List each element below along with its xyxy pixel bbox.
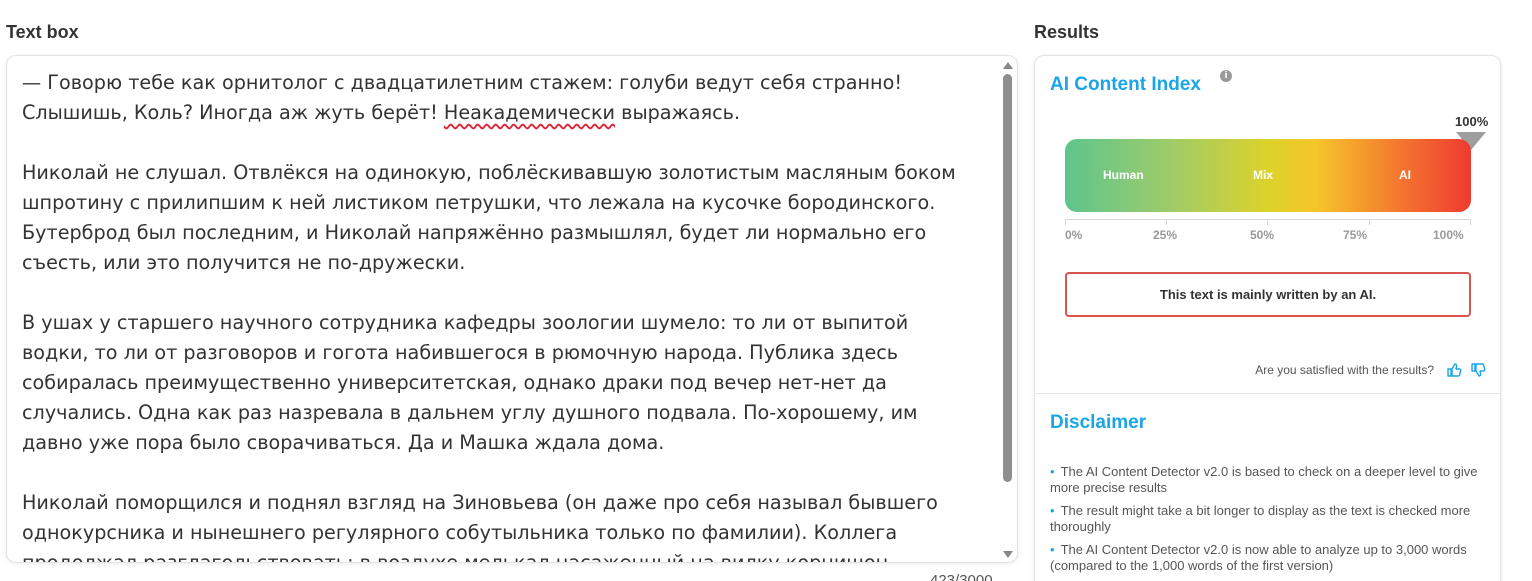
word-count: 423/3000: [930, 572, 993, 581]
disclaimer-text: The AI Content Detector v2.0 is now able…: [1050, 542, 1467, 573]
text-line: В ушах у старшего научного сотрудника ка…: [22, 311, 909, 334]
tick-label-100: 100%: [1433, 228, 1464, 242]
paragraph: В ушах у старшего научного сотрудника ка…: [22, 308, 997, 458]
text-line: Николай поморщился и поднял взгляд на Зи…: [22, 491, 938, 514]
text-line: продолжал разглагольствовать; в воздухе …: [22, 551, 895, 563]
tick-label-75: 75%: [1343, 228, 1368, 242]
info-icon[interactable]: i: [1220, 70, 1232, 82]
results-title: Results: [1034, 22, 1100, 42]
zone-human-label: Human: [1103, 168, 1144, 182]
ai-content-index-title: AI Content Index: [1050, 74, 1201, 96]
ai-gauge-bar: Human Mix AI: [1065, 139, 1471, 212]
thumbs-up-icon[interactable]: [1446, 362, 1462, 378]
score-label: 100%: [1455, 114, 1489, 129]
tick-label-25: 25%: [1153, 228, 1178, 242]
disclaimer-title: Disclaimer: [1050, 412, 1147, 433]
text-content[interactable]: — Говорю тебе как орнитолог с двадцатиле…: [22, 68, 997, 563]
list-item: • The AI Content Detector v2.0 is now abl…: [1050, 542, 1480, 574]
thumbs-down-icon[interactable]: [1470, 362, 1486, 378]
textbox-scrollbar[interactable]: [1001, 60, 1015, 560]
text-line: съесть, или это получится не по-дружески…: [22, 251, 466, 274]
text-line: Бутерброд был последним, и Николай напря…: [22, 221, 927, 244]
text-line: водки, то ли от разговоров и гогота наби…: [22, 341, 899, 364]
zone-ai-label: AI: [1399, 168, 1411, 182]
feedback-row: Are you satisfied with the results?: [1220, 362, 1490, 378]
disclaimer-list: • The AI Content Detector v2.0 is based t…: [1050, 464, 1480, 581]
gauge-axis: [1065, 219, 1471, 220]
text-line: — Говорю тебе как орнитолог с двадцатиле…: [22, 71, 903, 94]
bullet-icon: •: [1050, 503, 1055, 518]
text-box-title: Text box: [6, 22, 79, 42]
disclaimer-text: The result might take a bit longer to di…: [1050, 503, 1471, 534]
verdict-box: This text is mainly written by an AI.: [1065, 272, 1471, 317]
tick-label-0: 0%: [1065, 228, 1083, 242]
disclaimer-text: The AI Content Detector v2.0 is based to…: [1050, 464, 1478, 495]
ai-content-index-label: AI Content Index: [1050, 74, 1201, 95]
results-panel: AI Content Index i 100% Human Mix AI 0% …: [1034, 55, 1501, 581]
gauge-tick: [1267, 219, 1268, 225]
gauge-tick: [1369, 219, 1370, 225]
text-line: давно уже пора было сворачиваться. Да и …: [22, 431, 665, 454]
gauge-tick: [1166, 219, 1167, 225]
paragraph: Николай поморщился и поднял взгляд на Зи…: [22, 488, 997, 563]
text-line: Николай не слушал. Отвлёкся на одинокую,…: [22, 161, 956, 184]
list-item: • The AI Content Detector v2.0 is based t…: [1050, 464, 1480, 496]
text-line: однокурсника и нынешнего регулярного соб…: [22, 521, 898, 544]
scroll-up-icon[interactable]: [1003, 62, 1013, 69]
zone-mix-label: Mix: [1253, 168, 1274, 182]
bullet-icon: •: [1050, 464, 1055, 479]
paragraph: Николай не слушал. Отвлёкся на одинокую,…: [22, 158, 997, 278]
section-divider: [1035, 393, 1500, 394]
feedback-prompt: Are you satisfied with the results?: [1255, 363, 1434, 377]
scroll-down-icon[interactable]: [1003, 551, 1013, 558]
misspelled-word[interactable]: Неакадемически: [444, 101, 615, 124]
list-item: • The result might take a bit longer to d…: [1050, 503, 1480, 535]
text-line: Слышишь, Коль? Иногда аж жуть берёт!: [22, 101, 444, 124]
bullet-icon: •: [1050, 542, 1055, 557]
text-line: собиралась преимущественно университетск…: [22, 371, 887, 394]
text-line: шпротину с прилипшим к ней листиком петр…: [22, 191, 936, 214]
text-input-area[interactable]: — Говорю тебе как орнитолог с двадцатиле…: [6, 55, 1018, 563]
tick-label-50: 50%: [1250, 228, 1275, 242]
gauge-tick: [1470, 219, 1471, 225]
gauge-tick: [1065, 219, 1066, 225]
text-line: выражаясь.: [615, 101, 741, 124]
paragraph: — Говорю тебе как орнитолог с двадцатиле…: [22, 68, 997, 128]
text-line: случались. Одна как раз назревала в даль…: [22, 401, 918, 424]
scroll-thumb[interactable]: [1003, 74, 1012, 482]
